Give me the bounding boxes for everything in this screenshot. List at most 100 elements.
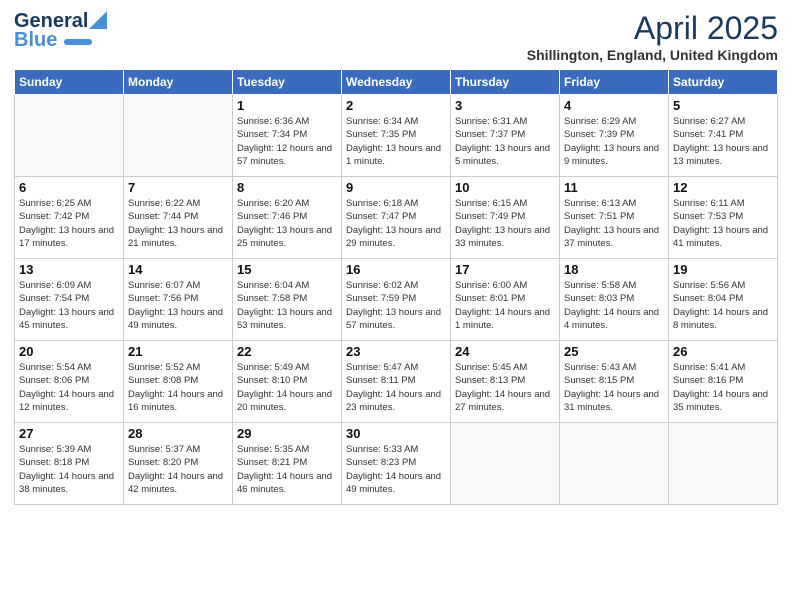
day-number: 8 — [237, 180, 337, 195]
day-number: 24 — [455, 344, 555, 359]
sun-info: Sunrise: 6:34 AM Sunset: 7:35 PM Dayligh… — [346, 115, 446, 168]
calendar-cell: 15 Sunrise: 6:04 AM Sunset: 7:58 PM Dayli… — [233, 259, 342, 341]
calendar-cell: 16 Sunrise: 6:02 AM Sunset: 7:59 PM Dayli… — [342, 259, 451, 341]
sun-info: Sunrise: 5:52 AM Sunset: 8:08 PM Dayligh… — [128, 361, 228, 414]
logo-underline-icon — [64, 39, 92, 45]
calendar-cell: 9Sunrise: 6:18 AM Sunset: 7:47 PM Daylig… — [342, 177, 451, 259]
calendar-cell: 10 Sunrise: 6:15 AM Sunset: 7:49 PM Dayli… — [451, 177, 560, 259]
sun-info: Sunrise: 6:27 AM Sunset: 7:41 PM Dayligh… — [673, 115, 773, 168]
day-number: 22 — [237, 344, 337, 359]
sun-info: Sunrise: 6:29 AM Sunset: 7:39 PM Dayligh… — [564, 115, 664, 168]
day-number: 29 — [237, 426, 337, 441]
calendar-header-row: Sunday Monday Tuesday Wednesday Thursday… — [15, 70, 778, 95]
sun-info: Sunrise: 6:09 AM Sunset: 7:54 PM Dayligh… — [19, 279, 119, 332]
sun-info: Sunrise: 6:07 AM Sunset: 7:56 PM Dayligh… — [128, 279, 228, 332]
day-number: 1 — [237, 98, 337, 113]
sun-info: Sunrise: 5:41 AM Sunset: 8:16 PM Dayligh… — [673, 361, 773, 414]
calendar-cell: 24Sunrise: 5:45 AM Sunset: 8:13 PM Dayli… — [451, 341, 560, 423]
calendar-cell: 20 Sunrise: 5:54 AM Sunset: 8:06 PM Dayli… — [15, 341, 124, 423]
day-number: 13 — [19, 262, 119, 277]
day-number: 28 — [128, 426, 228, 441]
sun-info: Sunrise: 6:00 AM Sunset: 8:01 PM Dayligh… — [455, 279, 555, 332]
logo-triangle-icon — [89, 11, 107, 29]
day-number: 14 — [128, 262, 228, 277]
calendar-week-row: 1 Sunrise: 6:36 AM Sunset: 7:34 PM Daylig… — [15, 95, 778, 177]
day-number: 4 — [564, 98, 664, 113]
sun-info: Sunrise: 6:36 AM Sunset: 7:34 PM Dayligh… — [237, 115, 337, 168]
calendar-cell: 30 Sunrise: 5:33 AM Sunset: 8:23 PM Dayli… — [342, 423, 451, 505]
day-number: 6 — [19, 180, 119, 195]
sun-info: Sunrise: 6:11 AM Sunset: 7:53 PM Dayligh… — [673, 197, 773, 250]
calendar-cell: 22 Sunrise: 5:49 AM Sunset: 8:10 PM Dayli… — [233, 341, 342, 423]
calendar-cell: 11 Sunrise: 6:13 AM Sunset: 7:51 PM Dayli… — [560, 177, 669, 259]
calendar-cell: 14 Sunrise: 6:07 AM Sunset: 7:56 PM Dayli… — [124, 259, 233, 341]
day-number: 12 — [673, 180, 773, 195]
sun-info: Sunrise: 5:47 AM Sunset: 8:11 PM Dayligh… — [346, 361, 446, 414]
calendar-cell: 13 Sunrise: 6:09 AM Sunset: 7:54 PM Dayli… — [15, 259, 124, 341]
calendar-week-row: 13 Sunrise: 6:09 AM Sunset: 7:54 PM Dayli… — [15, 259, 778, 341]
day-number: 2 — [346, 98, 446, 113]
sun-info: Sunrise: 6:25 AM Sunset: 7:42 PM Dayligh… — [19, 197, 119, 250]
col-saturday: Saturday — [669, 70, 778, 95]
day-number: 20 — [19, 344, 119, 359]
col-tuesday: Tuesday — [233, 70, 342, 95]
calendar-cell — [669, 423, 778, 505]
calendar-cell — [451, 423, 560, 505]
col-friday: Friday — [560, 70, 669, 95]
sun-info: Sunrise: 6:13 AM Sunset: 7:51 PM Dayligh… — [564, 197, 664, 250]
col-monday: Monday — [124, 70, 233, 95]
calendar-cell: 6 Sunrise: 6:25 AM Sunset: 7:42 PM Daylig… — [15, 177, 124, 259]
logo-blue-text: Blue — [14, 29, 57, 51]
calendar-cell: 21 Sunrise: 5:52 AM Sunset: 8:08 PM Dayli… — [124, 341, 233, 423]
calendar-cell: 12 Sunrise: 6:11 AM Sunset: 7:53 PM Dayli… — [669, 177, 778, 259]
calendar-cell: 19 Sunrise: 5:56 AM Sunset: 8:04 PM Dayli… — [669, 259, 778, 341]
page: General Blue April 2025 Shillington, Eng… — [0, 0, 792, 612]
calendar-cell: 28 Sunrise: 5:37 AM Sunset: 8:20 PM Dayli… — [124, 423, 233, 505]
day-number: 11 — [564, 180, 664, 195]
sun-info: Sunrise: 5:56 AM Sunset: 8:04 PM Dayligh… — [673, 279, 773, 332]
calendar-cell: 18 Sunrise: 5:58 AM Sunset: 8:03 PM Dayli… — [560, 259, 669, 341]
calendar-cell: 17 Sunrise: 6:00 AM Sunset: 8:01 PM Dayli… — [451, 259, 560, 341]
calendar-cell: 5 Sunrise: 6:27 AM Sunset: 7:41 PM Daylig… — [669, 95, 778, 177]
calendar-cell: 23 Sunrise: 5:47 AM Sunset: 8:11 PM Dayli… — [342, 341, 451, 423]
day-number: 10 — [455, 180, 555, 195]
day-number: 7 — [128, 180, 228, 195]
day-number: 18 — [564, 262, 664, 277]
sun-info: Sunrise: 5:33 AM Sunset: 8:23 PM Dayligh… — [346, 443, 446, 496]
sun-info: Sunrise: 5:54 AM Sunset: 8:06 PM Dayligh… — [19, 361, 119, 414]
day-number: 16 — [346, 262, 446, 277]
day-number: 5 — [673, 98, 773, 113]
day-number: 19 — [673, 262, 773, 277]
month-title: April 2025 — [527, 10, 778, 47]
calendar-week-row: 27 Sunrise: 5:39 AM Sunset: 8:18 PM Dayli… — [15, 423, 778, 505]
day-number: 21 — [128, 344, 228, 359]
calendar-cell: 8Sunrise: 6:20 AM Sunset: 7:46 PM Daylig… — [233, 177, 342, 259]
sun-info: Sunrise: 5:58 AM Sunset: 8:03 PM Dayligh… — [564, 279, 664, 332]
sun-info: Sunrise: 5:39 AM Sunset: 8:18 PM Dayligh… — [19, 443, 119, 496]
sun-info: Sunrise: 6:04 AM Sunset: 7:58 PM Dayligh… — [237, 279, 337, 332]
calendar-cell — [124, 95, 233, 177]
sun-info: Sunrise: 6:15 AM Sunset: 7:49 PM Dayligh… — [455, 197, 555, 250]
day-number: 26 — [673, 344, 773, 359]
calendar-cell: 26 Sunrise: 5:41 AM Sunset: 8:16 PM Dayli… — [669, 341, 778, 423]
sun-info: Sunrise: 6:02 AM Sunset: 7:59 PM Dayligh… — [346, 279, 446, 332]
day-number: 15 — [237, 262, 337, 277]
day-number: 30 — [346, 426, 446, 441]
calendar-cell — [15, 95, 124, 177]
col-wednesday: Wednesday — [342, 70, 451, 95]
calendar-cell: 4 Sunrise: 6:29 AM Sunset: 7:39 PM Daylig… — [560, 95, 669, 177]
sun-info: Sunrise: 5:43 AM Sunset: 8:15 PM Dayligh… — [564, 361, 664, 414]
calendar-cell: 2 Sunrise: 6:34 AM Sunset: 7:35 PM Daylig… — [342, 95, 451, 177]
day-number: 3 — [455, 98, 555, 113]
calendar-cell: 7Sunrise: 6:22 AM Sunset: 7:44 PM Daylig… — [124, 177, 233, 259]
sun-info: Sunrise: 5:35 AM Sunset: 8:21 PM Dayligh… — [237, 443, 337, 496]
day-number: 23 — [346, 344, 446, 359]
day-number: 27 — [19, 426, 119, 441]
sun-info: Sunrise: 5:49 AM Sunset: 8:10 PM Dayligh… — [237, 361, 337, 414]
col-thursday: Thursday — [451, 70, 560, 95]
day-number: 17 — [455, 262, 555, 277]
calendar-cell: 29 Sunrise: 5:35 AM Sunset: 8:21 PM Dayli… — [233, 423, 342, 505]
header: General Blue April 2025 Shillington, Eng… — [14, 10, 778, 63]
sun-info: Sunrise: 5:37 AM Sunset: 8:20 PM Dayligh… — [128, 443, 228, 496]
calendar-week-row: 20 Sunrise: 5:54 AM Sunset: 8:06 PM Dayli… — [15, 341, 778, 423]
